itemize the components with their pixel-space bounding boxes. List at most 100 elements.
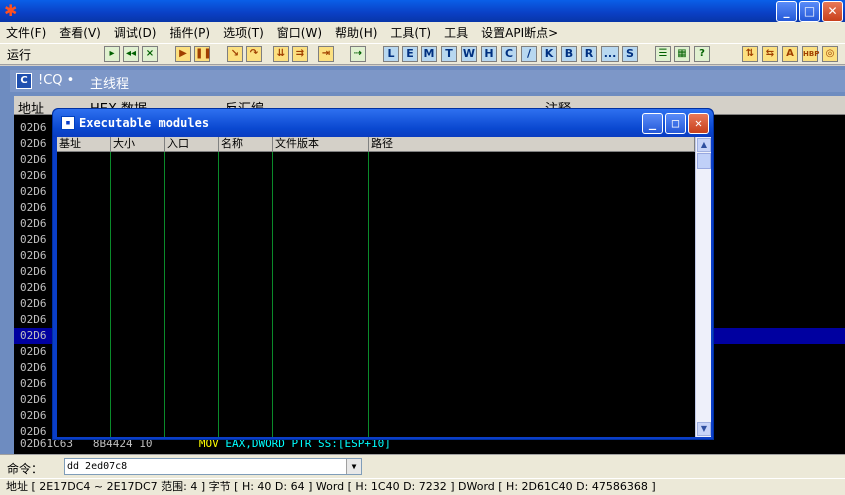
modules-maximize-button[interactable]: □ <box>665 113 686 134</box>
close-button[interactable]: ✕ <box>822 1 843 22</box>
column-divider <box>110 152 111 437</box>
table-row[interactable]: 02D6 <box>20 120 47 136</box>
close-program-icon[interactable]: × <box>142 46 158 62</box>
breakpoints-window-button[interactable]: B <box>561 46 577 62</box>
column-path[interactable]: 路径 <box>369 137 695 152</box>
command-bar: 命令： dd 2ed07c8 ▼ <box>0 454 845 478</box>
table-row[interactable]: 02D6 <box>20 360 47 376</box>
plugin-sort-icon[interactable]: ⇅ <box>742 46 758 62</box>
scroll-thumb[interactable] <box>697 153 711 169</box>
call-stack-window-button[interactable]: K <box>541 46 557 62</box>
menu-file[interactable]: 文件(F) <box>6 24 46 41</box>
trace-into-icon[interactable]: ⇊ <box>273 46 289 62</box>
modules-close-button[interactable]: ✕ <box>688 113 709 134</box>
table-row[interactable]: 02D6 <box>20 312 47 328</box>
menu-tools[interactable]: 工具(T) <box>390 24 431 41</box>
cpu-window-titlebar: C !CQ • 主线程 <box>10 70 845 92</box>
table-row[interactable]: 02D6 <box>20 184 47 200</box>
toolbar: 运行 ▸ ◂◂ × ▶ ❚❚ ↘ ↷ ⇊ ⇉ ⇥ ⇢ L E M T W H C… <box>0 43 845 65</box>
list-icon[interactable]: ☰ <box>655 46 671 62</box>
table-row[interactable]: 02D6 <box>20 152 47 168</box>
command-label: 命令： <box>7 462 44 476</box>
modules-window-button[interactable]: E <box>402 46 418 62</box>
execute-till-return-icon[interactable]: ⇥ <box>318 46 334 62</box>
column-name[interactable]: 名称 <box>219 137 273 152</box>
menu-set-api-breakpoint[interactable]: 设置API断点> <box>481 24 558 41</box>
window-controls: _ □ ✕ <box>776 1 843 22</box>
table-row[interactable]: 02D6 <box>20 264 47 280</box>
table-row[interactable]: 02D6 <box>20 216 47 232</box>
column-entry[interactable]: 入口 <box>165 137 219 152</box>
restart-icon[interactable]: ◂◂ <box>123 46 139 62</box>
step-over-icon[interactable]: ↷ <box>246 46 262 62</box>
menu-help[interactable]: 帮助(H) <box>335 24 377 41</box>
table-row[interactable]: 02D6 <box>20 408 47 424</box>
table-row[interactable]: 02D6 <box>20 248 47 264</box>
menu-bar: 文件(F) 查看(V) 调试(D) 插件(P) 选项(T) 窗口(W) 帮助(H… <box>0 22 845 43</box>
open-icon[interactable]: ▸ <box>104 46 120 62</box>
status-bar: 地址 [ 2E17DC4 ~ 2E17DC7 范围: 4 ] 字节 [ H: 4… <box>0 478 845 495</box>
pause-icon[interactable]: ❚❚ <box>194 46 212 62</box>
run-trace-window-button[interactable]: ... <box>601 46 619 62</box>
cpu-window-icon: C <box>16 73 32 89</box>
command-input-value: dd 2ed07c8 <box>67 461 128 472</box>
plugin-hbp-icon[interactable]: HBP <box>802 46 819 62</box>
table-row[interactable]: 02D6 <box>20 328 47 344</box>
references-window-button[interactable]: R <box>581 46 597 62</box>
table-row[interactable]: 02D6 <box>20 232 47 248</box>
column-divider <box>164 152 165 437</box>
log-window-button[interactable]: L <box>383 46 399 62</box>
cpu-module-name: !CQ • <box>38 73 75 88</box>
threads-window-button[interactable]: T <box>441 46 457 62</box>
menu-tools-2[interactable]: 工具 <box>444 24 468 41</box>
table-row[interactable]: 02D6 <box>20 344 47 360</box>
plugin-ab-icon[interactable]: A <box>782 46 798 62</box>
menu-options[interactable]: 选项(T) <box>223 24 264 41</box>
table-row[interactable]: 02D6 <box>20 296 47 312</box>
executable-modules-window: ▪ Executable modules _ □ ✕ 基址 大小 入口 名称 文… <box>52 108 714 440</box>
menu-debug[interactable]: 调试(D) <box>114 24 157 41</box>
source-window-button[interactable]: S <box>622 46 638 62</box>
trace-over-icon[interactable]: ⇉ <box>292 46 308 62</box>
scroll-up-icon[interactable]: ▲ <box>697 138 711 152</box>
table-row[interactable]: 02D6 <box>20 280 47 296</box>
column-base[interactable]: 基址 <box>57 137 111 152</box>
table-row[interactable]: 02D6 <box>20 392 47 408</box>
grid-icon[interactable]: ▦ <box>674 46 690 62</box>
table-row[interactable]: 02D6 <box>20 168 47 184</box>
modules-list[interactable]: 基址 大小 入口 名称 文件版本 路径 ▲ ▼ <box>57 137 711 437</box>
handles-window-button[interactable]: H <box>481 46 497 62</box>
maximize-button[interactable]: □ <box>799 1 820 22</box>
table-row[interactable]: 02D6 <box>20 200 47 216</box>
menu-window[interactable]: 窗口(W) <box>277 24 322 41</box>
menu-plugins[interactable]: 插件(P) <box>169 24 210 41</box>
run-icon[interactable]: ▶ <box>175 46 191 62</box>
plugin-swap-icon[interactable]: ⇆ <box>762 46 778 62</box>
table-row[interactable]: 02D6 <box>20 136 47 152</box>
table-row[interactable]: 02D6 <box>20 376 47 392</box>
column-divider <box>272 152 273 437</box>
plugin-target-icon[interactable]: ◎ <box>822 46 838 62</box>
command-input[interactable]: dd 2ed07c8 ▼ <box>64 458 362 475</box>
modules-window-icon: ▪ <box>61 116 75 130</box>
modules-minimize-button[interactable]: _ <box>642 113 663 134</box>
cpu-window-button[interactable]: C <box>501 46 517 62</box>
column-file-version[interactable]: 文件版本 <box>273 137 369 152</box>
column-divider <box>218 152 219 437</box>
help-icon[interactable]: ? <box>694 46 710 62</box>
windows-window-button[interactable]: W <box>461 46 477 62</box>
cpu-thread-name: 主线程 <box>90 77 130 92</box>
modules-window-titlebar[interactable]: ▪ Executable modules _ □ ✕ <box>53 109 713 137</box>
vertical-scrollbar[interactable]: ▲ ▼ <box>695 137 711 437</box>
column-divider <box>368 152 369 437</box>
run-status-label: 运行 <box>7 48 32 62</box>
step-into-icon[interactable]: ↘ <box>227 46 243 62</box>
scroll-down-icon[interactable]: ▼ <box>697 422 711 436</box>
column-size[interactable]: 大小 <box>111 137 165 152</box>
memory-window-button[interactable]: M <box>421 46 437 62</box>
patches-window-button[interactable]: / <box>521 46 537 62</box>
minimize-button[interactable]: _ <box>776 1 797 22</box>
chevron-down-icon[interactable]: ▼ <box>346 459 361 474</box>
menu-view[interactable]: 查看(V) <box>59 24 101 41</box>
goto-icon[interactable]: ⇢ <box>350 46 366 62</box>
